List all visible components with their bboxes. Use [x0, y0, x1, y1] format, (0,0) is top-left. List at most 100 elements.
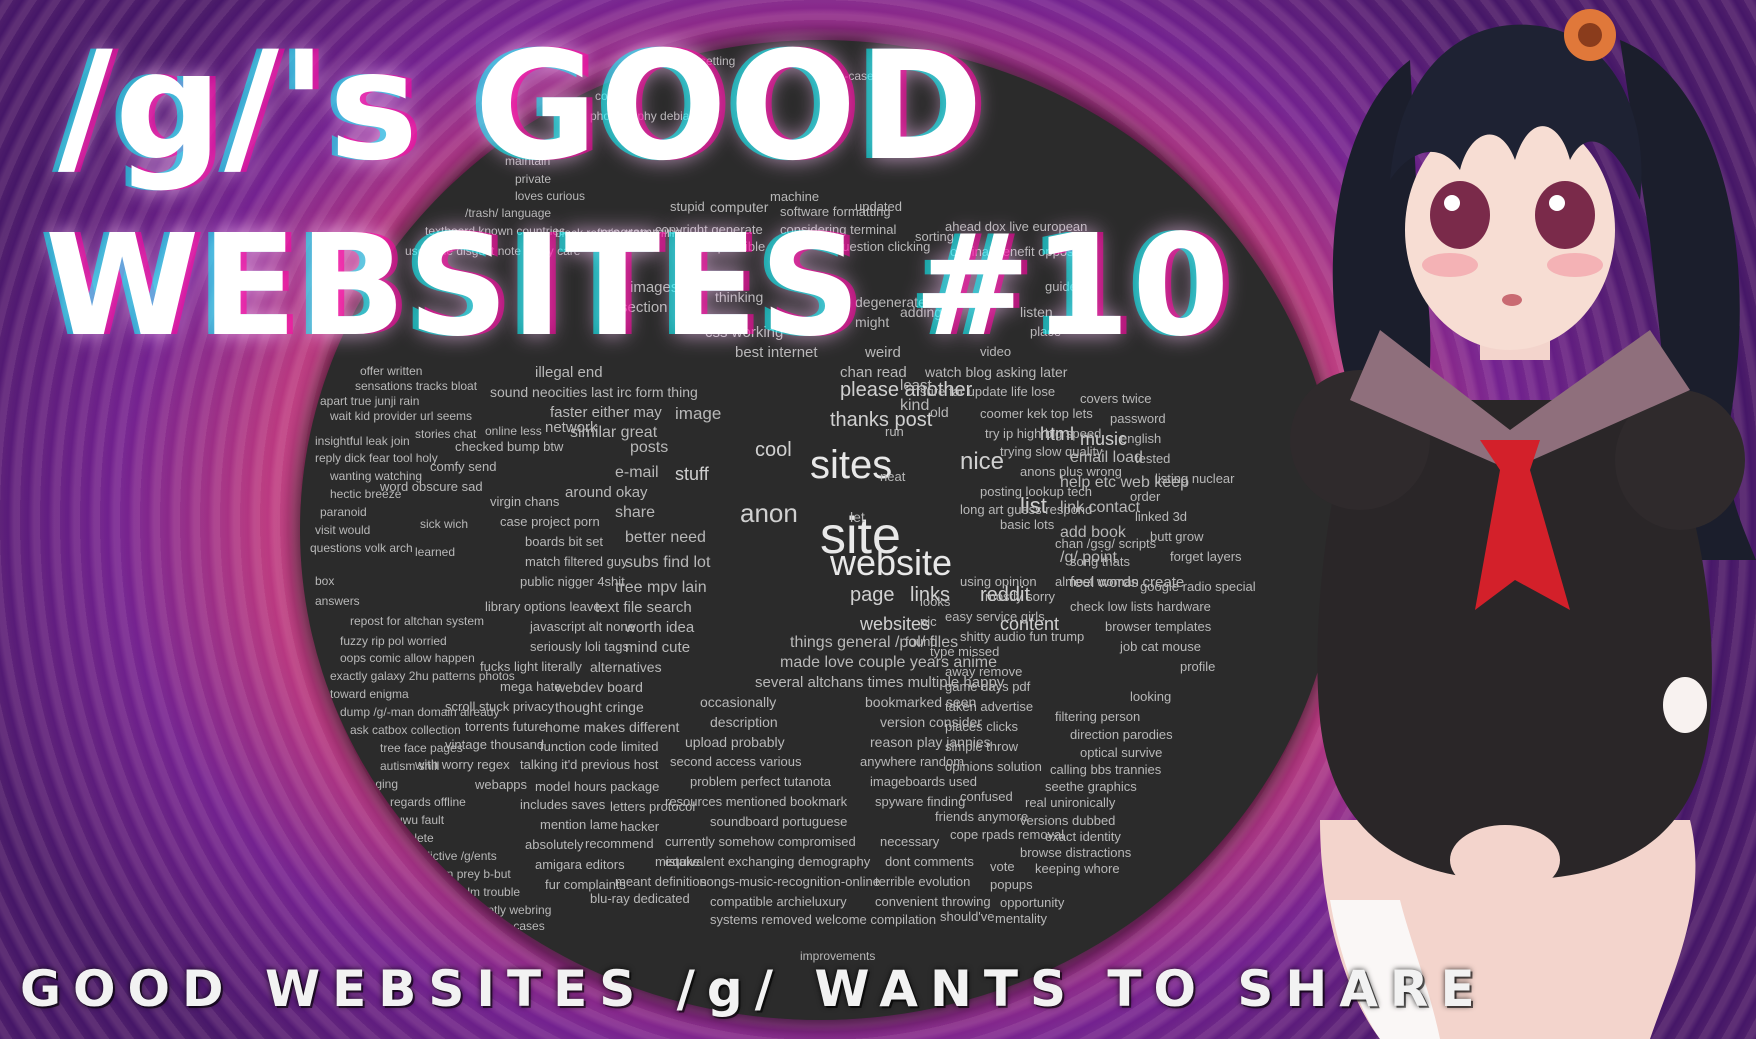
word-cloud-word: text file search	[595, 599, 692, 616]
blush-right	[1547, 253, 1603, 277]
word-cloud-word: problem perfect tutanota	[690, 774, 831, 789]
word-cloud-word: realm trouble	[450, 885, 521, 899]
word-cloud-word: necessary	[880, 834, 940, 849]
anime-girl-illustration	[1290, 9, 1756, 1039]
word-cloud-word: chan /gsg/ scripts	[1055, 536, 1157, 551]
word-cloud-word: fur complaints	[545, 877, 626, 892]
word-cloud-word: sick wich	[420, 517, 469, 531]
word-cloud-word: password	[1110, 411, 1166, 426]
word-cloud-word: imageboards used	[870, 774, 977, 789]
word-cloud-word: coomer kek top lets	[980, 406, 1093, 421]
word-cloud-word: english	[1120, 431, 1162, 446]
word-cloud-word: systems removed welcome compilation	[710, 912, 937, 927]
word-cloud-word: fuzzy rip pol worried	[340, 634, 447, 648]
word-cloud-word: includes saves	[520, 797, 606, 812]
title-line-1: /g/'s GOOD	[58, 20, 986, 194]
word-cloud-word: alternatives	[590, 659, 662, 675]
word-cloud-word: wanting watching	[330, 469, 423, 483]
word-cloud-word: autism shill	[380, 759, 440, 773]
word-cloud-word: reply dick fear tool holy	[315, 451, 438, 465]
word-cloud-word: nice	[960, 448, 1005, 475]
word-cloud-word: repost for altchan system	[350, 614, 485, 628]
word-cloud-word: order	[1130, 489, 1161, 504]
word-cloud-word: webdev board	[555, 679, 643, 695]
word-cloud-word: case project porn	[500, 514, 600, 529]
word-cloud-word: amigara editors	[535, 857, 625, 872]
word-cloud-word: complete	[385, 831, 434, 845]
word-cloud-word: calling bbs trannies	[1050, 762, 1162, 777]
word-cloud-word: blu-ray dedicated	[590, 891, 690, 906]
blush-left	[1422, 253, 1478, 277]
word-cloud-word: popups	[990, 877, 1033, 892]
word-cloud-word: opportunity	[1000, 895, 1065, 910]
word-cloud-word: occasionally	[700, 694, 777, 710]
word-cloud-word: boards bit set	[525, 534, 604, 549]
left-eye-shine	[1444, 195, 1460, 211]
word-cloud-word: absolutely	[525, 837, 584, 852]
word-cloud-word: linked 3d	[1135, 509, 1188, 524]
word-cloud-word: upload probably	[685, 734, 785, 750]
word-cloud-word: online less	[485, 424, 542, 438]
word-cloud-word: songs-music-recognition-online	[700, 874, 880, 889]
word-cloud-word: singing	[360, 777, 399, 791]
word-cloud-word: promptly webring	[460, 903, 552, 917]
word-cloud-word: apart true junji rain	[320, 394, 420, 408]
word-cloud-word: real unironically	[1025, 795, 1116, 810]
word-cloud-word: filtering person	[1055, 709, 1141, 724]
word-cloud-word: browse distractions	[1020, 845, 1132, 860]
word-cloud-word: model hours package	[535, 779, 660, 794]
word-cloud-word: confused	[960, 789, 1013, 804]
word-cloud-word: hectic breeze	[330, 487, 402, 501]
word-cloud-word: found	[905, 634, 938, 649]
word-cloud-word: function code limited	[540, 739, 659, 754]
word-cloud-word: currently somehow compromised	[665, 834, 856, 849]
word-cloud-word: profile	[1180, 659, 1216, 674]
word-cloud-word: versions dubbed	[1020, 813, 1116, 828]
word-cloud-word: tested	[1135, 451, 1171, 466]
word-cloud-word: forget layers	[1170, 549, 1242, 564]
word-cloud-word: stuff	[675, 464, 709, 484]
word-cloud-word: sensations tracks bloat	[355, 379, 478, 393]
word-cloud-word: google radio special	[1140, 579, 1256, 594]
word-cloud-word: listing nuclear	[1155, 471, 1235, 486]
word-cloud-word: similar great	[570, 424, 658, 441]
word-cloud-word: better need	[625, 529, 706, 546]
word-cloud-word: faster either may	[550, 404, 662, 421]
word-cloud-word: song thats	[1070, 554, 1130, 569]
word-cloud-word: simple throw	[945, 739, 1018, 754]
hair-scrunchie-inner	[1578, 23, 1602, 47]
word-cloud-word: virgin chans	[490, 494, 560, 509]
word-cloud-word: compatible archieluxury	[710, 894, 847, 909]
word-cloud-word: neat	[880, 469, 906, 484]
word-cloud-word: looking	[1130, 689, 1172, 704]
word-cloud-word: tree face pages	[380, 741, 463, 755]
word-cloud-word: places clicks	[945, 719, 1018, 734]
word-cloud-word: use-cases	[490, 919, 545, 933]
word-cloud-word: keeping whore	[1035, 861, 1120, 876]
right-eye	[1535, 181, 1595, 249]
word-cloud-word: match filtered guy	[525, 554, 628, 569]
word-cloud-word: around okay	[565, 484, 648, 501]
word-cloud-word: convenient throwing	[875, 894, 991, 909]
word-cloud-word: visit would	[315, 523, 371, 537]
word-cloud-word: should've	[940, 909, 995, 924]
word-cloud-word: check low lists hardware	[1070, 599, 1211, 614]
word-cloud-word: mentality	[995, 911, 1048, 926]
word-cloud-word: oops comic allow happen	[340, 651, 475, 665]
subtitle: GOOD WEBSITES /g/ WANTS TO SHARE	[20, 960, 1487, 1018]
plush-bunny	[1663, 677, 1707, 733]
word-cloud-word: javascript alt none	[530, 619, 635, 634]
word-cloud-word: recommend	[585, 836, 654, 851]
word-cloud-word: ask catbox collection	[350, 723, 461, 737]
word-cloud-word: opinions solution	[945, 759, 1042, 774]
word-cloud-word: hacker	[620, 819, 660, 834]
word-cloud-word: checked bump btw	[455, 439, 564, 454]
word-cloud-word: taken advertise	[945, 699, 1034, 714]
word-cloud-word: dont comments	[885, 854, 974, 869]
right-eye-shine	[1549, 195, 1565, 211]
word-cloud-word: game days pdf	[945, 679, 1031, 694]
word-cloud-word: friends anymore	[935, 809, 1029, 824]
word-cloud-word: butt grow	[1150, 529, 1204, 544]
left-eye	[1430, 181, 1490, 249]
word-cloud-word: tree mpv lain	[615, 579, 707, 596]
